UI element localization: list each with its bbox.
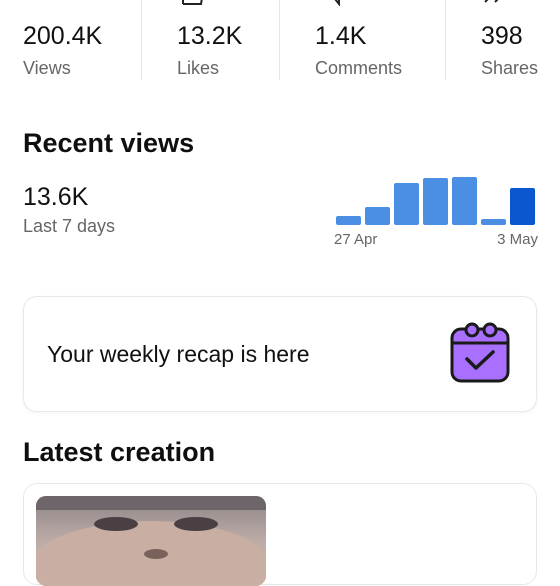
chart-bar[interactable]: [481, 219, 506, 225]
recent-views-title: Recent views: [23, 128, 195, 158]
latest-creation-title: Latest creation: [23, 437, 216, 467]
stats-row: 200.4K Views 13.2K Likes 1.4K Comments 3…: [0, 0, 560, 82]
weekly-recap-card[interactable]: Your weekly recap is here: [23, 296, 537, 412]
chart-bar[interactable]: [394, 183, 419, 225]
stat-value: 398: [481, 22, 523, 50]
latest-creation-card[interactable]: [23, 483, 537, 586]
play-icon: [25, 0, 49, 6]
divider: [445, 0, 446, 80]
divider: [141, 0, 142, 80]
chart-bar[interactable]: [336, 216, 361, 225]
chart-bar[interactable]: [365, 207, 390, 225]
divider: [279, 0, 280, 80]
thumbs-up-icon: [182, 0, 203, 5]
stat-label: Shares: [481, 58, 539, 78]
recent-views-value: 13.6K: [23, 183, 89, 211]
chart-bar[interactable]: [452, 177, 477, 225]
comment-icon: [334, 0, 340, 6]
recent-views-period: Last 7 days: [23, 216, 116, 236]
stat-label: Views: [23, 58, 71, 78]
stat-label: Comments: [315, 58, 403, 78]
thumbnail-image: [36, 496, 266, 586]
stat-value: 1.4K: [315, 22, 367, 50]
stat-label: Likes: [177, 58, 220, 78]
chart-tick-label: 27 Apr: [334, 231, 377, 248]
video-thumbnail[interactable]: [36, 496, 266, 586]
stat-value: 13.2K: [177, 22, 243, 50]
chart-bar[interactable]: [510, 188, 535, 225]
stat-value: 200.4K: [23, 22, 103, 50]
recap-text: Your weekly recap is here: [47, 341, 310, 367]
calendar-check-icon: [450, 322, 510, 383]
recent-views-chart[interactable]: 27 Apr 3 May: [330, 170, 542, 250]
share-icon: [484, 0, 499, 3]
chart-bar[interactable]: [423, 178, 448, 225]
chart-tick-label: 3 May: [497, 231, 538, 248]
